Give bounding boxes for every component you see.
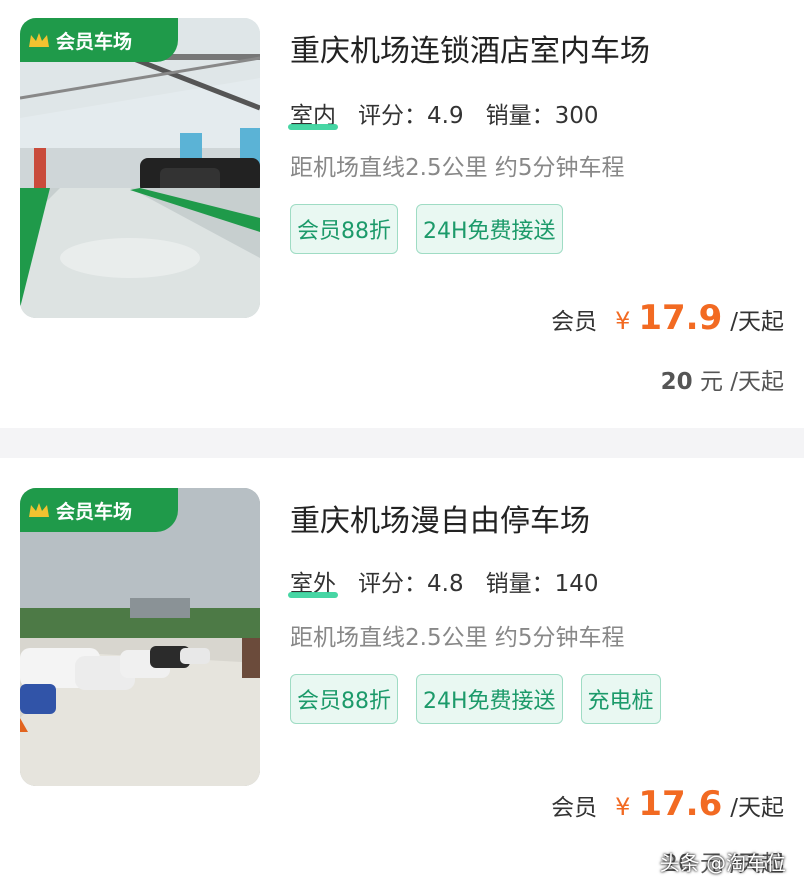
sales-label: 销量：	[485, 571, 555, 597]
rating-text: 评分：4.8	[358, 564, 464, 598]
parking-title[interactable]: 重庆机场连锁酒店室内车场	[290, 26, 650, 70]
member-price-label: 会员	[551, 795, 598, 821]
distance-text: 距机场直线2.5公里 约5分钟车程	[290, 155, 625, 181]
member-price: 会员 ¥ 17.6 /天起	[551, 784, 784, 824]
sales-label: 销量：	[485, 103, 555, 129]
watermark-text: 头条 @淘车位	[659, 851, 786, 875]
rating-label: 评分：	[358, 571, 427, 597]
parking-type-label: 室内	[288, 96, 338, 130]
feature-tag: 会员88折	[290, 204, 398, 254]
parking-meta: 室内 评分：4.9 销量：300	[288, 96, 599, 130]
parking-listing-card[interactable]: 会员车场 重庆机场连锁酒店室内车场 室内 评分：4.9 销量：300 距机场直线…	[0, 0, 804, 428]
regular-price: 20 元 /天起	[661, 362, 784, 396]
price-unit: /天起	[730, 309, 784, 335]
parking-photo[interactable]: 会员车场	[20, 18, 260, 318]
member-parking-badge: 会员车场	[20, 488, 178, 532]
sales-text: 销量：300	[486, 96, 599, 130]
member-price-value: 17.6	[638, 784, 723, 824]
member-parking-badge: 会员车场	[20, 18, 178, 62]
distance-text: 距机场直线2.5公里 约5分钟车程	[290, 625, 625, 651]
sales-text: 销量：140	[486, 564, 599, 598]
feature-tag: 24H免费接送	[416, 204, 563, 254]
member-price: 会员 ¥ 17.9 /天起	[551, 298, 784, 338]
price-unit: /天起	[730, 795, 784, 821]
currency-symbol: ¥	[615, 793, 631, 821]
badge-label: 会员车场	[56, 500, 133, 523]
feature-tag: 24H免费接送	[416, 674, 563, 724]
rating-value: 4.9	[427, 103, 464, 129]
feature-tag: 会员88折	[290, 674, 398, 724]
sales-value: 300	[554, 103, 599, 129]
parking-photo[interactable]: 会员车场	[20, 488, 260, 786]
regular-price-value: 20	[660, 369, 693, 395]
parking-listing-card[interactable]: 会员车场 重庆机场漫自由停车场 室外 评分：4.8 销量：140 距机场直线2.…	[0, 458, 804, 884]
crown-icon	[29, 33, 49, 47]
rating-value: 4.8	[427, 571, 464, 597]
member-price-value: 17.9	[638, 298, 723, 338]
regular-price-unit: 元 /天起	[699, 369, 784, 395]
sales-value: 140	[554, 571, 599, 597]
feature-tags: 会员88折 24H免费接送	[290, 204, 710, 254]
feature-tag: 充电桩	[580, 674, 661, 724]
outdoor-parking-image	[20, 488, 260, 786]
feature-tags: 会员88折 24H免费接送 充电桩	[290, 674, 710, 724]
badge-label: 会员车场	[56, 30, 133, 53]
crown-icon	[29, 503, 49, 517]
parking-title[interactable]: 重庆机场漫自由停车场	[290, 496, 590, 540]
parking-type-label: 室外	[288, 564, 338, 598]
currency-symbol: ¥	[615, 307, 631, 335]
parking-meta: 室外 评分：4.8 销量：140	[288, 564, 599, 598]
rating-label: 评分：	[358, 103, 427, 129]
rating-text: 评分：4.9	[358, 96, 464, 130]
member-price-label: 会员	[551, 309, 598, 335]
indoor-parking-image	[20, 18, 260, 318]
